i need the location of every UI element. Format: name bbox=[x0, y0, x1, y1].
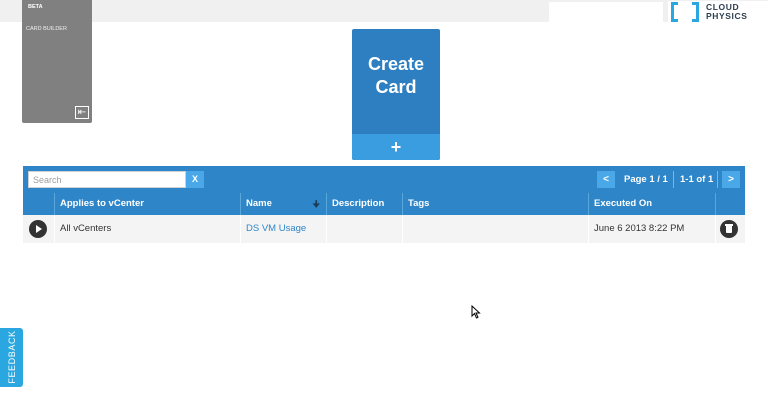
create-card-button[interactable]: Create Card + bbox=[352, 29, 440, 160]
pager-divider bbox=[717, 171, 718, 188]
column-header-delete bbox=[715, 193, 745, 215]
search-input[interactable] bbox=[28, 171, 186, 188]
play-icon[interactable] bbox=[29, 220, 47, 238]
range-indicator: 1-1 of 1 bbox=[680, 174, 714, 185]
table-toolbar: X < Page 1 / 1 1-1 of 1 > bbox=[23, 166, 745, 193]
logo-bracket-right-icon bbox=[692, 2, 699, 22]
column-header-description[interactable]: Description bbox=[326, 193, 402, 215]
sort-down-icon: 🠋 bbox=[312, 199, 320, 209]
card-builder-label: CARD BUILDER bbox=[26, 26, 67, 32]
trash-icon[interactable] bbox=[720, 220, 738, 238]
cell-tags bbox=[402, 215, 588, 243]
feedback-label: FEEDBACK bbox=[7, 330, 17, 384]
clear-search-button[interactable]: X bbox=[186, 171, 204, 188]
cell-name-link[interactable]: DS VM Usage bbox=[240, 215, 326, 243]
top-bar-blank-area bbox=[549, 2, 663, 22]
cell-description bbox=[326, 215, 402, 243]
feedback-tab[interactable]: FEEDBACK bbox=[0, 328, 23, 387]
table-row[interactable]: All vCenters DS VM Usage June 6 2013 8:2… bbox=[23, 215, 745, 243]
column-header-name-label: Name bbox=[246, 198, 272, 209]
create-card-title: Create Card bbox=[367, 54, 425, 97]
pager-divider bbox=[673, 171, 674, 188]
next-page-button[interactable]: > bbox=[722, 171, 740, 188]
column-header-executed-on[interactable]: Executed On bbox=[588, 193, 715, 215]
column-header-tags[interactable]: Tags bbox=[402, 193, 588, 215]
page-indicator: Page 1 / 1 bbox=[624, 174, 668, 185]
cell-applies-to: All vCenters bbox=[54, 215, 240, 243]
beta-label: BETA bbox=[28, 4, 43, 10]
logo-text: CLOUD PHYSICS bbox=[706, 3, 748, 21]
card-builder-panel: BETA CARD BUILDER ⇤ bbox=[22, 0, 92, 123]
logo-bracket-left-icon bbox=[671, 2, 678, 22]
column-header-applies-to[interactable]: Applies to vCenter bbox=[54, 193, 240, 215]
exit-icon[interactable]: ⇤ bbox=[75, 106, 89, 119]
cloudphysics-logo[interactable]: CLOUD PHYSICS bbox=[668, 1, 768, 23]
add-card-button[interactable]: + bbox=[352, 134, 440, 160]
table-header: Applies to vCenter Name 🠋 Description Ta… bbox=[23, 193, 745, 215]
logo-text-line2: PHYSICS bbox=[706, 11, 748, 21]
prev-page-button[interactable]: < bbox=[597, 171, 615, 188]
column-header-actions bbox=[23, 193, 54, 215]
column-header-name[interactable]: Name 🠋 bbox=[240, 193, 326, 215]
cell-executed-on: June 6 2013 8:22 PM bbox=[588, 215, 715, 243]
